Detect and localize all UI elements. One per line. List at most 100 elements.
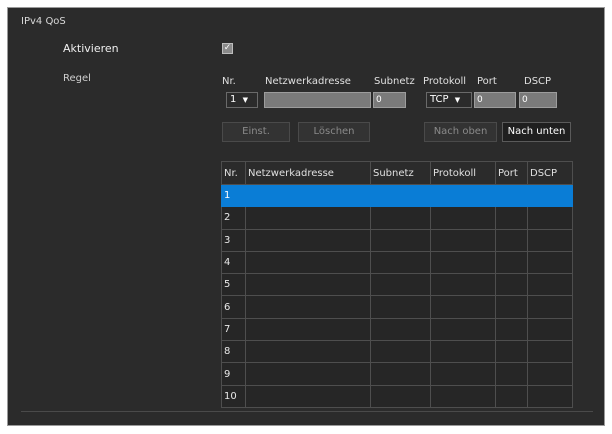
table-row[interactable]: 9 [221, 362, 573, 386]
rules-table: Nr. Netzwerkadresse Subnetz Protokoll Po… [221, 161, 573, 409]
row-number: 8 [221, 340, 246, 364]
table-cell [245, 295, 371, 319]
delete-button[interactable]: Löschen [298, 122, 370, 142]
table-cell [495, 295, 528, 319]
nr-select[interactable]: 1 ▼ [226, 92, 258, 108]
nr-select-value: 1 [230, 94, 237, 105]
row-number: 7 [221, 317, 246, 342]
col-header-subnet: Subnetz [370, 161, 431, 185]
table-cell [245, 384, 371, 409]
table-cell [527, 384, 573, 409]
row-number: 10 [221, 384, 246, 409]
table-cell [495, 340, 528, 364]
table-cell [430, 228, 496, 252]
dscp-header: DSCP [524, 76, 552, 87]
table-cell [527, 206, 573, 230]
move-up-button[interactable]: Nach oben [424, 122, 497, 142]
table-cell [370, 340, 431, 364]
table-cell [430, 362, 496, 386]
protocol-header: Protokoll [423, 76, 467, 87]
activate-label: Aktivieren [63, 42, 119, 55]
activate-checkbox[interactable]: ✓ [222, 43, 233, 54]
table-cell [370, 228, 431, 252]
table-cell [370, 317, 431, 342]
table-row[interactable]: 1 [221, 183, 573, 208]
table-cell [245, 340, 371, 364]
table-cell [495, 384, 528, 409]
table-cell [370, 206, 431, 230]
chevron-down-icon: ▼ [454, 96, 461, 104]
check-icon: ✓ [223, 43, 232, 53]
move-down-button[interactable]: Nach unten [502, 122, 571, 142]
table-cell [430, 317, 496, 342]
protocol-select-value: TCP [430, 94, 449, 105]
table-cell [430, 206, 496, 230]
port-input[interactable]: 0 [474, 92, 516, 108]
table-cell [527, 295, 573, 319]
table-row[interactable]: 8 [221, 340, 573, 364]
table-cell [245, 362, 371, 386]
table-cell [370, 384, 431, 409]
table-row[interactable]: 4 [221, 250, 573, 275]
chevron-down-icon: ▼ [242, 96, 248, 104]
table-cell [245, 228, 371, 252]
col-header-nr: Nr. [221, 161, 246, 185]
table-row[interactable]: 6 [221, 295, 573, 319]
table-cell [245, 206, 371, 230]
table-cell [495, 183, 528, 208]
table-cell [527, 183, 573, 208]
table-row[interactable]: 2 [221, 206, 573, 230]
table-cell [245, 183, 371, 208]
address-header: Netzwerkadresse [265, 76, 351, 87]
table-cell [370, 295, 431, 319]
table-row[interactable]: 3 [221, 228, 573, 252]
nr-header: Nr. [222, 76, 236, 87]
table-cell [527, 228, 573, 252]
table-cell [430, 295, 496, 319]
rule-label: Regel [63, 73, 91, 84]
table-cell [430, 340, 496, 364]
table-cell [527, 273, 573, 297]
col-header-protocol: Protokoll [430, 161, 496, 185]
table-row[interactable]: 5 [221, 273, 573, 297]
ipv4-qos-panel: IPv4 QoS Aktivieren ✓ Regel Nr. Netzwerk… [7, 7, 605, 426]
table-cell [495, 206, 528, 230]
subnet-input[interactable]: 0 [373, 92, 406, 108]
table-cell [527, 250, 573, 275]
table-cell [370, 362, 431, 386]
table-cell [370, 273, 431, 297]
table-cell [527, 362, 573, 386]
subnet-header: Subnetz [374, 76, 415, 87]
table-cell [430, 384, 496, 409]
table-cell [430, 183, 496, 208]
table-cell [495, 273, 528, 297]
bottom-divider [21, 411, 593, 412]
dscp-input[interactable]: 0 [519, 92, 557, 108]
network-address-input[interactable] [264, 92, 371, 108]
row-number: 3 [221, 228, 246, 252]
table-cell [370, 250, 431, 275]
table-header-row: Nr. Netzwerkadresse Subnetz Protokoll Po… [221, 161, 573, 185]
table-cell [527, 340, 573, 364]
row-number: 5 [221, 273, 246, 297]
table-cell [245, 317, 371, 342]
table-cell [495, 250, 528, 275]
row-number: 4 [221, 250, 246, 275]
protocol-select[interactable]: TCP ▼ [426, 92, 472, 108]
table-cell [245, 250, 371, 275]
col-header-dscp: DSCP [527, 161, 573, 185]
table-row[interactable]: 10 [221, 384, 573, 409]
table-cell [495, 317, 528, 342]
set-button[interactable]: Einst. [222, 122, 290, 142]
table-cell [495, 362, 528, 386]
row-number: 9 [221, 362, 246, 386]
section-title: IPv4 QoS [21, 16, 66, 27]
table-cell [527, 317, 573, 342]
table-cell [245, 273, 371, 297]
table-row[interactable]: 7 [221, 317, 573, 342]
table-cell [495, 228, 528, 252]
port-header: Port [477, 76, 497, 87]
row-number: 2 [221, 206, 246, 230]
col-header-port: Port [495, 161, 528, 185]
row-number: 1 [221, 183, 246, 208]
